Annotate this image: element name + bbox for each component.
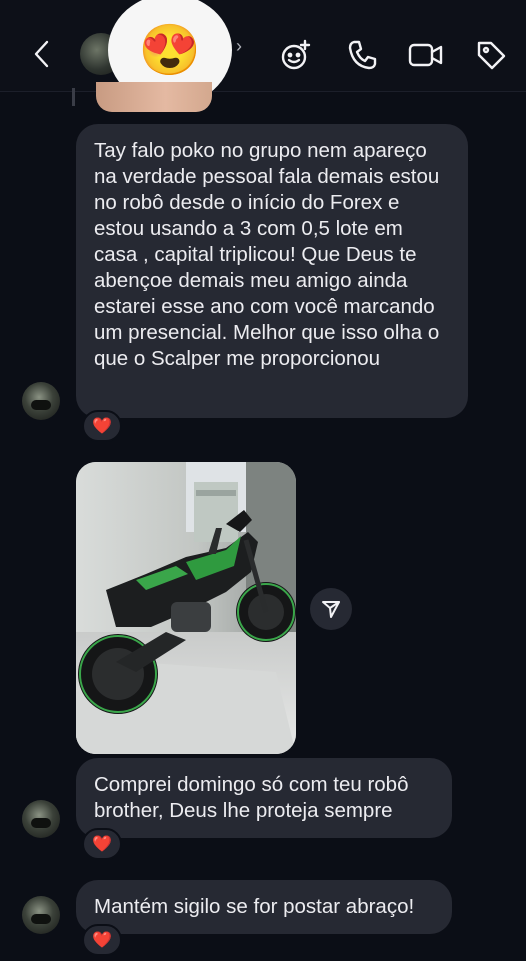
message-bubble[interactable]: Tay falo poko no grupo nem apareço na ve…: [76, 124, 468, 418]
tag-button[interactable]: [472, 36, 510, 74]
effects-button[interactable]: [278, 36, 314, 74]
motorcycle-image: [76, 462, 296, 754]
chat-header: › 😍: [0, 0, 526, 106]
contact-chevron-icon[interactable]: ›: [236, 36, 242, 57]
sender-avatar[interactable]: [22, 896, 60, 934]
tag-icon: [477, 41, 506, 70]
send-icon: [322, 601, 340, 618]
heart-icon: ❤️: [92, 418, 112, 435]
heart-reaction[interactable]: ❤️: [82, 410, 122, 442]
effects-icon: [281, 39, 311, 70]
motorcycle-photo[interactable]: [76, 462, 296, 754]
sender-avatar[interactable]: [22, 382, 60, 420]
heart-icon: ❤️: [92, 932, 112, 949]
heart-icon: ❤️: [92, 836, 112, 853]
phone-icon: [348, 40, 377, 70]
message-bubble[interactable]: Comprei domingo só com teu robô brother,…: [76, 758, 452, 838]
chevron-left-icon: [34, 40, 49, 68]
sender-avatar[interactable]: [22, 800, 60, 838]
thread-line: [72, 88, 75, 106]
previous-photo-edge[interactable]: [96, 82, 212, 112]
message-bubble[interactable]: Mantém sigilo se for postar abraço!: [76, 880, 452, 934]
heart-reaction[interactable]: ❤️: [82, 828, 122, 860]
heart-reaction[interactable]: ❤️: [82, 924, 122, 956]
video-call-button[interactable]: [406, 36, 446, 74]
back-button[interactable]: [26, 34, 58, 74]
heart-eyes-emoji: 😍: [138, 21, 202, 78]
video-icon: [408, 43, 443, 67]
voice-call-button[interactable]: [344, 36, 380, 74]
share-button[interactable]: [310, 588, 352, 630]
